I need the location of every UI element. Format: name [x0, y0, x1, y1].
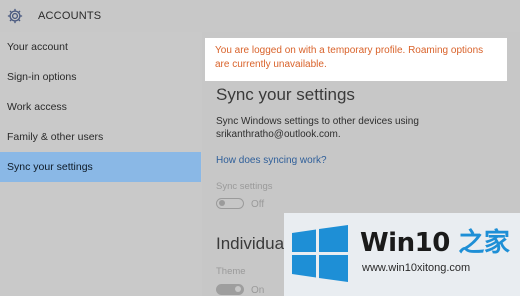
- sync-settings-label: Sync settings: [216, 181, 273, 192]
- watermark-title: Win10 之家: [360, 222, 510, 259]
- app-title: ACCOUNTS: [38, 10, 102, 22]
- sidebar-item-family-other-users[interactable]: Family & other users: [0, 122, 201, 152]
- sidebar-item-work-access[interactable]: Work access: [0, 92, 201, 122]
- theme-toggle[interactable]: [216, 284, 244, 295]
- sync-settings-toggle[interactable]: [216, 198, 244, 209]
- watermark-title-win10: Win10: [360, 228, 459, 258]
- theme-state: On: [251, 285, 265, 296]
- gear-icon[interactable]: [6, 7, 24, 25]
- title-bar: ACCOUNTS: [0, 0, 520, 32]
- sidebar-item-sync-your-settings[interactable]: Sync your settings: [0, 152, 201, 182]
- watermark-url: www.win10xitong.com: [362, 262, 471, 274]
- toggle-knob: [235, 286, 241, 292]
- sync-settings-state: Off: [251, 199, 265, 210]
- individual-sync-heading: Individual s: [216, 234, 284, 253]
- windows-logo-icon: [292, 225, 348, 282]
- sidebar-item-your-account[interactable]: Your account: [0, 32, 201, 62]
- how-syncing-works-link[interactable]: How does syncing work?: [216, 155, 327, 166]
- sidebar-item-sign-in-options[interactable]: Sign-in options: [0, 62, 201, 92]
- watermark-title-zhijia: 之家: [458, 228, 510, 258]
- sync-description: Sync Windows settings to other devices u…: [216, 116, 419, 140]
- theme-label: Theme: [216, 266, 246, 277]
- page-title: Sync your settings: [216, 85, 355, 104]
- temporary-profile-notice: You are logged on with a temporary profi…: [205, 38, 507, 81]
- toggle-knob: [219, 200, 225, 206]
